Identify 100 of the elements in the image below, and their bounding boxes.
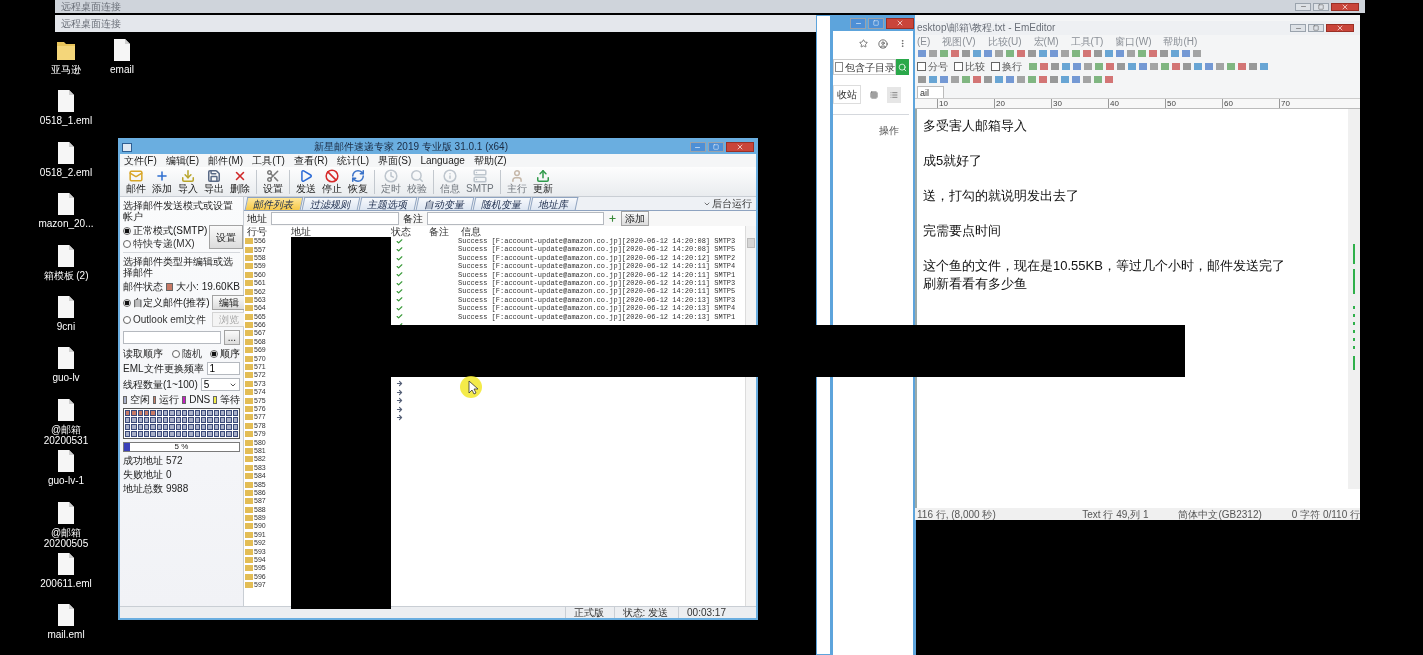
toolbar-button[interactable]: 删除 <box>228 168 252 195</box>
legend-label: 等待 <box>220 394 240 405</box>
icon-label: 0518_1.eml <box>39 115 93 127</box>
toolbar-checkbox[interactable]: 分号 <box>917 61 948 72</box>
icon-label: mail.eml <box>47 629 85 641</box>
toolbar-button[interactable]: 导出 <box>202 168 226 195</box>
background-run-button[interactable]: 后台运行 <box>712 198 756 209</box>
status-text: Text 行 49,列 1 <box>1082 508 1149 520</box>
browse-button[interactable]: ... <box>223 330 240 345</box>
status-text: 简体中文(GB2312) <box>1178 508 1262 520</box>
radio-button[interactable]: 随机 <box>171 348 202 359</box>
field-label: 线程数量(1~100) <box>123 379 198 390</box>
icon-label: email <box>110 64 134 75</box>
stat-value: 572 <box>166 455 183 466</box>
action-button[interactable]: 编辑 <box>211 295 246 310</box>
text-line: 这个鱼的文件，现在是10.55KB，等过几个小时，邮件发送完了 <box>923 257 1286 275</box>
field-label: 邮件状态 <box>123 281 163 292</box>
tab[interactable]: 邮件列表 <box>244 197 304 210</box>
toolbar-button[interactable]: 恢复 <box>346 168 370 195</box>
text-line: 刷新看看有多少鱼 <box>923 275 1028 293</box>
toolbar-button[interactable]: 发送 <box>294 168 318 195</box>
icon-label: 9cni <box>56 320 76 332</box>
text-line: 多受害人邮箱导入 <box>923 117 1028 135</box>
radio-button[interactable]: 正常模式(SMTP) <box>123 225 208 236</box>
select-value: 5 <box>203 379 210 390</box>
menu-item[interactable]: 编辑(E) <box>165 154 200 167</box>
text-line: 完需要点时间 <box>923 222 1002 240</box>
toolbar-button[interactable]: 添加 <box>150 168 174 195</box>
legend-label: 空闲 <box>129 394 150 405</box>
recycle-button[interactable]: 收站 <box>833 85 861 104</box>
radio-button[interactable]: 顺序 <box>210 348 240 359</box>
icon-label: guo-lv <box>52 372 80 384</box>
ruler: 10 20 30 40 50 60 70 <box>915 99 1360 109</box>
section-title: 选择邮件类型并编辑或选择邮件 <box>123 256 234 278</box>
stat-label: 成功地址 <box>123 455 163 466</box>
menu-item[interactable]: 查看(R) <box>293 154 328 167</box>
menu-item[interactable]: 工具(T) <box>252 154 285 167</box>
text-line: 成5就好了 <box>923 152 984 170</box>
settings-button[interactable]: 设置 <box>209 225 244 249</box>
tab[interactable]: 地址库 <box>529 197 579 210</box>
progress-bar: 5 % <box>123 442 240 452</box>
legend-label: DNS <box>189 394 211 405</box>
text-line: 送，打勾的就说明发出去了 <box>923 187 1080 205</box>
status-text: 状态: 发送 <box>613 607 677 618</box>
field-label: EML文件更换频率 <box>123 363 204 374</box>
document-tab[interactable]: ail <box>917 86 944 98</box>
input-field[interactable]: 1 <box>206 362 240 375</box>
status-text: 0 字符 0/110 行 <box>1291 508 1360 520</box>
stat-label: 失败地址 <box>123 469 163 480</box>
column-header: 行号 <box>246 226 268 237</box>
icon-label: @邮箱 20200505 <box>42 526 90 549</box>
column-header: 信息 <box>460 226 482 237</box>
column-header: 备注 <box>428 226 450 237</box>
toolbar-button[interactable]: 设置 <box>261 168 285 195</box>
column-header: 状态 <box>390 226 412 237</box>
toolbar-button[interactable]: 导入 <box>176 168 200 195</box>
mail-size: 大小: 19.60KB <box>176 281 240 292</box>
tab[interactable]: 自动变量 <box>415 197 475 210</box>
menu-item[interactable]: 文件(F) <box>124 154 157 167</box>
tab[interactable]: 主题选项 <box>358 197 418 210</box>
icon-label: guo-lv-1 <box>47 475 85 487</box>
window-title: esktop\邮箱\教程.txt - EmEditor <box>917 22 1056 34</box>
column-header: 操作 <box>879 125 900 136</box>
stat-label: 地址总数 <box>123 483 163 494</box>
field-label: 备注 <box>403 213 424 224</box>
status-text: 116 行, (8,000 秒) <box>917 508 996 520</box>
tab[interactable]: 随机变量 <box>472 197 532 210</box>
menu-item[interactable]: 统计(L) <box>336 154 370 167</box>
menu-item[interactable]: Language <box>420 154 465 167</box>
legend-label: 运行 <box>159 394 180 405</box>
icon-label: 箱模板 (2) <box>43 269 89 281</box>
icon-label: 亚马逊 <box>51 64 81 75</box>
toolbar-checkbox[interactable]: 比较 <box>954 61 985 72</box>
window-title: 新星邮件速递专家 2019 专业版 31.0.1 (x64) <box>314 141 508 153</box>
radio-button[interactable]: 特快专递(MX) <box>123 238 208 249</box>
column-header: 地址 <box>290 226 312 237</box>
section-title: 选择邮件发送模式或设置帐户 <box>123 200 234 222</box>
toolbar-checkbox[interactable]: 换行 <box>991 61 1022 72</box>
status-text: 正式版 <box>564 607 612 618</box>
icon-label: 200611.eml <box>40 577 92 589</box>
checkbox[interactable]: 包含子目录 <box>833 59 896 75</box>
menu-item[interactable]: 邮件(M) <box>208 154 244 167</box>
field-label: 读取顺序 <box>123 348 163 359</box>
toolbar-button[interactable]: 更新 <box>530 168 555 195</box>
toolbar-button[interactable]: 邮件 <box>124 168 148 195</box>
stat-value: 9988 <box>166 483 189 494</box>
icon-label: 0518_2.eml <box>39 166 93 178</box>
field-label: 地址 <box>247 213 267 224</box>
status-text: 00:03:17 <box>678 607 734 618</box>
menu-item[interactable]: 帮助(Z) <box>473 154 507 167</box>
radio-button[interactable]: 自定义邮件(推荐) <box>123 297 210 308</box>
toolbar-button[interactable]: 停止 <box>320 168 344 195</box>
window-title: 远程桌面连接 <box>61 17 121 30</box>
tab[interactable]: 过滤规则 <box>301 197 361 210</box>
thread-select[interactable]: 5 <box>200 378 240 391</box>
add-button[interactable]: 添加 <box>621 211 649 226</box>
stat-value: 0 <box>166 469 172 480</box>
icon-label: @邮箱 20200531 <box>42 423 90 446</box>
menu-item[interactable]: 界面(S) <box>378 154 412 167</box>
icon-label: mazon_20... <box>38 218 94 230</box>
